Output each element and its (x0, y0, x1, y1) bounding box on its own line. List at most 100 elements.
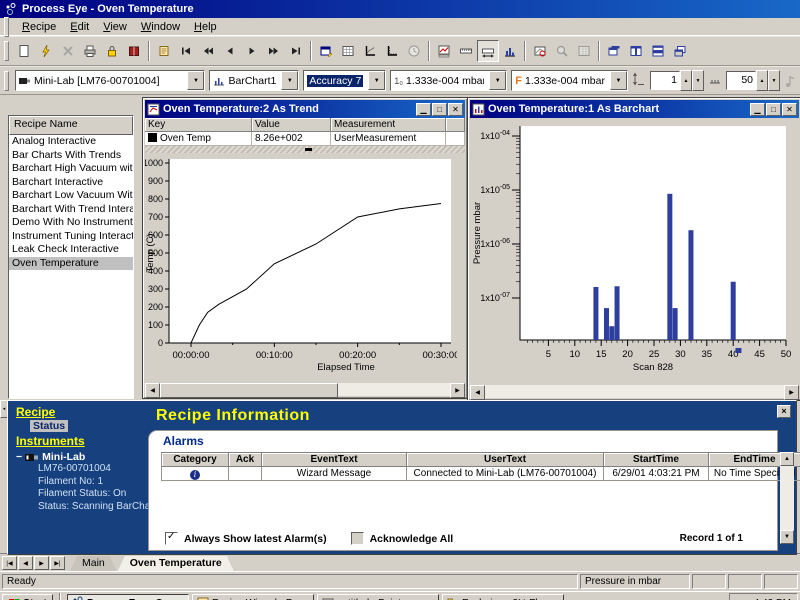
tab-first-icon[interactable]: |◀ (2, 556, 17, 570)
menu-grip[interactable] (4, 17, 9, 37)
measurement-column-header[interactable]: Measurement (331, 118, 446, 132)
recipe-item[interactable]: Barchart Low Vacuum With ... (9, 189, 133, 203)
recipe-list-header[interactable]: Recipe Name (9, 116, 133, 135)
data-grid-button[interactable] (573, 40, 595, 62)
step-back-button[interactable] (219, 40, 241, 62)
barchart-display-button[interactable] (499, 40, 521, 62)
go-first-button[interactable] (175, 40, 197, 62)
accuracy-combo[interactable]: Accuracy 7 ▼ (303, 70, 386, 91)
value-column-header[interactable]: Value (252, 118, 331, 132)
close-icon[interactable]: ✕ (782, 103, 797, 116)
cascade-windows-button[interactable] (603, 40, 625, 62)
instruments-link[interactable]: Instruments (16, 434, 85, 448)
menu-help[interactable]: Help (187, 20, 224, 34)
recipe-item[interactable]: Instrument Tuning Interactive (9, 230, 133, 244)
tab-last-icon[interactable]: ▶| (50, 556, 65, 570)
ruler-button[interactable] (455, 40, 477, 62)
fast-forward-button[interactable] (263, 40, 285, 62)
status-link[interactable]: Status (30, 420, 68, 432)
wizard-scroll-button[interactable] (153, 40, 175, 62)
clock-button[interactable] (403, 40, 425, 62)
instrument-combo[interactable]: Mini-Lab [LM76-00701004] ▼ (15, 70, 205, 91)
step-forward-button[interactable] (241, 40, 263, 62)
chart-combo[interactable]: BarChart1 ▼ (209, 70, 299, 91)
magnifier-button[interactable] (551, 40, 573, 62)
scan-range-value[interactable]: 50 (726, 71, 756, 90)
scroll-right-icon[interactable]: ▶ (450, 383, 465, 398)
help-book-button[interactable] (123, 40, 145, 62)
toolbar-grip[interactable] (4, 71, 9, 91)
always-show-checkbox[interactable] (165, 532, 178, 545)
axis-min-spinner[interactable]: 1 ▲▼ (650, 70, 704, 91)
scrollbar-thumb[interactable] (160, 383, 338, 398)
maximize-icon[interactable]: □ (766, 103, 781, 116)
properties-button[interactable] (315, 40, 337, 62)
alarms-vertical-scrollbar[interactable]: ▲ ▼ (780, 452, 794, 544)
recipe-link[interactable]: Recipe (16, 405, 55, 419)
menu-window[interactable]: Window (134, 20, 187, 34)
start-button[interactable]: Start (2, 594, 53, 600)
recipe-item[interactable]: Demo With No Instrument (9, 216, 133, 230)
alarm-column-header[interactable]: UserText (407, 452, 604, 467)
key-table-row[interactable]: Oven Temp 8.26e+002 UserMeasurement (145, 132, 465, 146)
barchart-horizontal-scrollbar[interactable]: ◀ ▶ (470, 385, 799, 398)
alarm-column-header[interactable]: StartTime (604, 452, 709, 467)
axis-min-value[interactable]: 1 (650, 71, 680, 90)
spin-down-icon[interactable]: ▼ (692, 70, 704, 91)
spin-up-icon[interactable]: ▲ (680, 70, 692, 91)
tree-expander-icon[interactable]: − (16, 451, 22, 463)
recipe-item[interactable]: Leak Check Interactive (9, 243, 133, 257)
scroll-left-icon[interactable]: ◀ (145, 383, 160, 398)
recipe-item[interactable]: Oven Temperature (9, 257, 133, 271)
alarm-row[interactable]: iWizard MessageConnected to Mini-Lab (LM… (161, 467, 800, 481)
spin-up-icon[interactable]: ▲ (756, 70, 768, 91)
tab-oven-temperature[interactable]: Oven Temperature (118, 556, 234, 571)
alarm-column-header[interactable]: EventText (262, 452, 407, 467)
spin-down-icon[interactable]: ▼ (768, 70, 780, 91)
trend-display-button[interactable] (359, 40, 381, 62)
print-button[interactable] (79, 40, 101, 62)
trend-horizontal-scrollbar[interactable]: ◀ ▶ (145, 383, 465, 396)
minimize-icon[interactable]: ▁ (750, 103, 765, 116)
recipe-item[interactable]: Barchart With Trend Interact... (9, 203, 133, 217)
chart-zoom-button[interactable] (529, 40, 551, 62)
recipe-item[interactable]: Barchart Interactive (9, 176, 133, 190)
barchart-window-titlebar[interactable]: Oven Temperature:1 As Barchart ▁□✕ (470, 100, 799, 118)
scroll-up-icon[interactable]: ▲ (780, 452, 794, 466)
filament-combo[interactable]: F 1.333e-004 mbar ▼ (511, 70, 628, 91)
chevron-down-icon[interactable]: ▼ (281, 71, 298, 90)
scroll-down-icon[interactable]: ▼ (780, 530, 794, 544)
close-icon[interactable]: × (777, 405, 791, 418)
always-show-label[interactable]: Always Show latest Alarm(s) (184, 533, 327, 545)
trend-ruler-button[interactable] (433, 40, 455, 62)
ruler-arrows-button[interactable] (477, 40, 499, 62)
taskbar-button[interactable]: Process Eye - Oven ... (67, 594, 189, 600)
recipe-item[interactable]: Barchart High Vacuum with ... (9, 162, 133, 176)
scroll-left-icon[interactable]: ◀ (470, 385, 485, 400)
close-icon[interactable]: ✕ (448, 103, 463, 116)
tab-next-icon[interactable]: ▶ (34, 556, 49, 570)
stop-button[interactable] (57, 40, 79, 62)
key-column-header[interactable]: Key (145, 118, 252, 132)
acknowledge-all-checkbox[interactable] (351, 532, 364, 545)
menu-recipe[interactable]: Recipe (15, 20, 63, 34)
tab-main[interactable]: Main (70, 556, 117, 571)
tiled-display-button[interactable] (381, 40, 403, 62)
ion-gauge-combo[interactable]: 1₀ 1.333e-004 mbar ▼ (390, 70, 507, 91)
window-titlebar[interactable]: Process Eye - Oven Temperature (0, 0, 800, 18)
chevron-down-icon[interactable]: ▼ (489, 71, 506, 90)
instrument-tree-root[interactable]: − Mini-Lab (16, 451, 146, 463)
chevron-down-icon[interactable]: ▼ (610, 71, 627, 90)
go-last-button[interactable] (285, 40, 307, 62)
taskbar-button[interactable]: untitled - Paint (317, 594, 439, 600)
tile-horizontal-button[interactable] (647, 40, 669, 62)
alarm-column-header[interactable]: Ack (229, 452, 262, 467)
maximize-icon[interactable]: □ (432, 103, 447, 116)
menu-edit[interactable]: Edit (63, 20, 96, 34)
trend-window-titlebar[interactable]: Oven Temperature:2 As Trend ▁□✕ (145, 100, 465, 118)
alarm-column-header[interactable]: Category (161, 452, 229, 467)
scroll-right-icon[interactable]: ▶ (784, 385, 799, 400)
recipe-item[interactable]: Analog Interactive (9, 135, 133, 149)
toolbar-grip[interactable] (4, 41, 9, 61)
tile-vertical-button[interactable] (625, 40, 647, 62)
